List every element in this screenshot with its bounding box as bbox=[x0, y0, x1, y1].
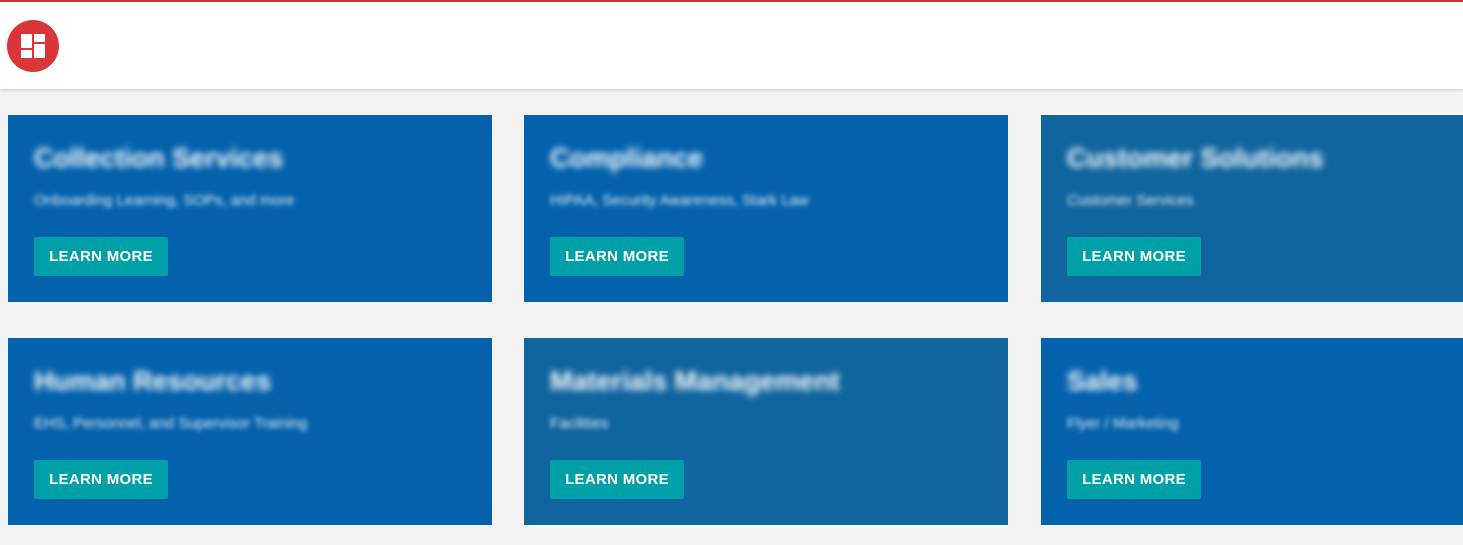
learn-more-button[interactable]: LEARN MORE bbox=[34, 237, 168, 276]
card-title: Sales bbox=[1067, 366, 1138, 396]
app-logo[interactable] bbox=[7, 20, 59, 72]
card-materials-management: Materials Management Facilities LEARN MO… bbox=[524, 338, 1008, 525]
card-customer-solutions: Customer Solutions Customer Services LEA… bbox=[1041, 115, 1463, 302]
card-subtitle: Flyer / Marketing bbox=[1067, 415, 1179, 432]
card-title: Human Resources bbox=[34, 366, 272, 396]
learn-more-button[interactable]: LEARN MORE bbox=[34, 460, 168, 499]
card-subtitle: Onboarding Learning, SOPs, and more bbox=[34, 192, 295, 209]
card-title: Compliance bbox=[550, 143, 704, 173]
learn-more-button[interactable]: LEARN MORE bbox=[1067, 237, 1201, 276]
card-human-resources: Human Resources EHS, Personnel, and Supe… bbox=[8, 338, 492, 525]
learn-more-button[interactable]: LEARN MORE bbox=[550, 237, 684, 276]
card-subtitle: HIPAA, Security Awareness, Stark Law bbox=[550, 192, 809, 209]
top-header bbox=[0, 0, 1463, 89]
card-collection-services: Collection Services Onboarding Learning,… bbox=[8, 115, 492, 302]
card-subtitle: EHS, Personnel, and Supervisor Training bbox=[34, 415, 308, 432]
dashboard-grid-icon bbox=[21, 34, 45, 58]
card-sales: Sales Flyer / Marketing LEARN MORE bbox=[1041, 338, 1463, 525]
card-title: Customer Solutions bbox=[1067, 143, 1324, 173]
card-compliance: Compliance HIPAA, Security Awareness, St… bbox=[524, 115, 1008, 302]
learn-more-button[interactable]: LEARN MORE bbox=[1067, 460, 1201, 499]
card-title: Materials Management bbox=[550, 366, 840, 396]
card-subtitle: Facilities bbox=[550, 415, 609, 432]
learn-more-button[interactable]: LEARN MORE bbox=[550, 460, 684, 499]
card-subtitle: Customer Services bbox=[1067, 192, 1194, 209]
card-title: Collection Services bbox=[34, 143, 284, 173]
